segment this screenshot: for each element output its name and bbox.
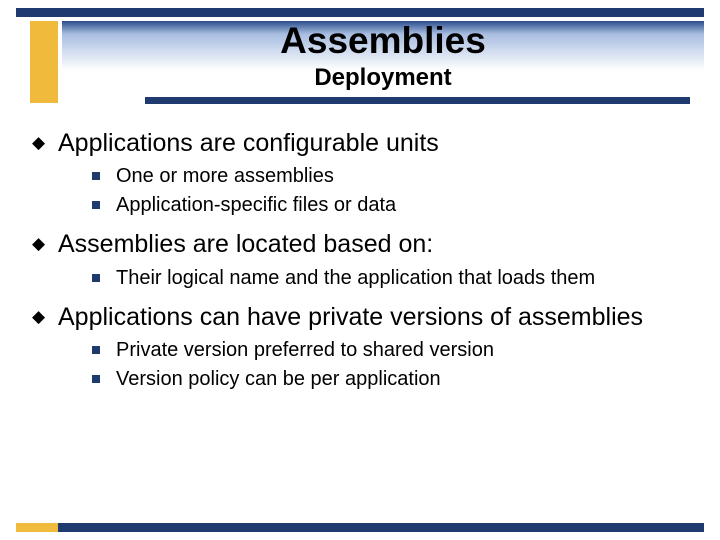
slide-title: Assemblies xyxy=(62,22,704,61)
title-rule xyxy=(145,97,690,104)
bullet-lvl2-group: Private version preferred to shared vers… xyxy=(32,337,700,393)
bullet-lvl2: Application-specific files or data xyxy=(32,192,700,219)
bullet-lvl2: Version policy can be per application xyxy=(32,366,700,393)
bullet-lvl2: Their logical name and the application t… xyxy=(32,265,700,292)
top-bar xyxy=(16,8,704,17)
bullet-lvl2: One or more assemblies xyxy=(32,163,700,190)
bullet-lvl2: Private version preferred to shared vers… xyxy=(32,337,700,364)
slide: Assemblies Deployment Applications are c… xyxy=(0,0,720,540)
bullet-lvl1: Applications can have private versions o… xyxy=(32,302,700,333)
content-area: Applications are configurable units One … xyxy=(32,120,700,403)
bullet-lvl2-group: One or more assemblies Application-speci… xyxy=(32,163,700,219)
slide-subtitle: Deployment xyxy=(62,64,704,92)
bottom-bar xyxy=(16,523,704,532)
gold-accent xyxy=(30,21,58,103)
bullet-lvl2-group: Their logical name and the application t… xyxy=(32,265,700,292)
bullet-lvl1: Applications are configurable units xyxy=(32,128,700,159)
bullet-lvl1: Assemblies are located based on: xyxy=(32,229,700,260)
